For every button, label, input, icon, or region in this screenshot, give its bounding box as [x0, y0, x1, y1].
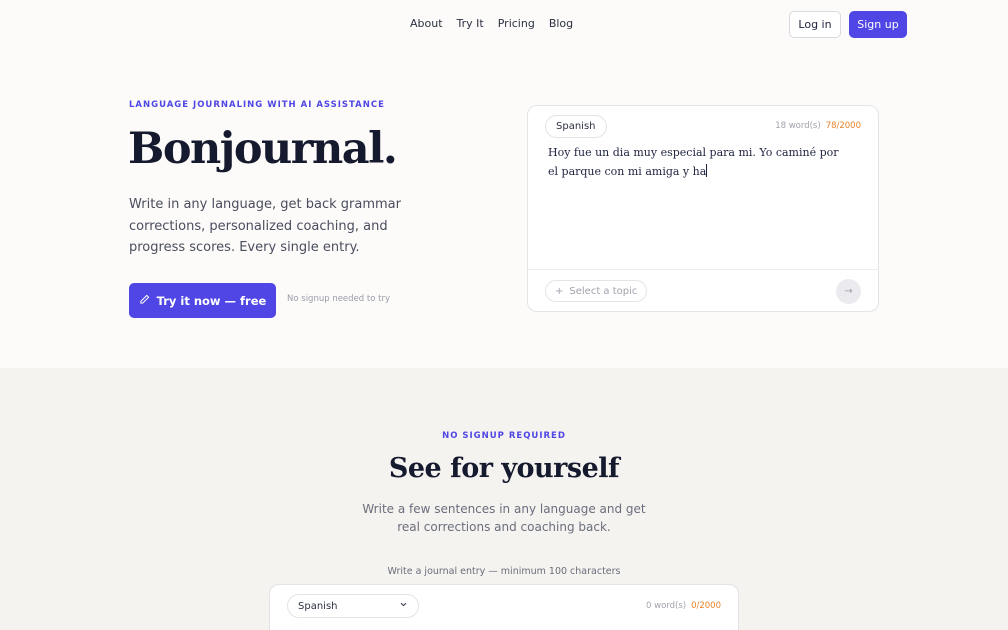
- hero-title: Bonjournal.: [128, 124, 398, 174]
- submit-entry-button[interactable]: →: [836, 279, 861, 304]
- select-topic-label: Select a topic: [569, 285, 638, 297]
- cta-note: No signup needed to try: [287, 294, 390, 304]
- section2-title: See for yourself: [388, 453, 620, 484]
- language-select-value: Spanish: [298, 600, 338, 612]
- plus-icon: +: [555, 285, 564, 297]
- chevron-down-icon: [399, 600, 408, 612]
- journal-entry-textarea[interactable]: Hoy fue un dia muy especial para mi. Yo …: [548, 144, 848, 181]
- pencil-icon: [139, 294, 150, 308]
- demo-word-count: 0 word(s): [646, 601, 687, 611]
- nav-try-it-link[interactable]: Try It: [457, 17, 484, 31]
- try-it-now-label: Try it now — free: [156, 293, 267, 308]
- top-nav: About Try It Pricing Blog: [410, 17, 587, 31]
- nav-pricing-link[interactable]: Pricing: [498, 17, 535, 31]
- journal-entry-text: Hoy fue un dia muy especial para mi. Yo …: [548, 146, 839, 178]
- editor-divider: [528, 269, 878, 270]
- entry-hint: Write a journal entry — minimum 100 char…: [387, 566, 621, 577]
- hero-description: Write in any language, get back grammar …: [129, 197, 401, 255]
- nav-blog-link[interactable]: Blog: [549, 17, 573, 31]
- login-button[interactable]: Log in: [789, 11, 841, 38]
- journal-editor-card: Spanish 18 word(s) 78/2000 Hoy fue un dia…: [527, 105, 879, 312]
- section2-eyebrow: NO SIGNUP REQUIRED: [442, 431, 566, 441]
- demo-entry-counter: 0 word(s) 0/2000: [646, 601, 721, 611]
- char-count: 78/2000: [825, 121, 861, 131]
- select-topic-button[interactable]: + Select a topic: [545, 280, 648, 302]
- signup-button[interactable]: Sign up: [849, 11, 907, 38]
- language-select[interactable]: Spanish: [287, 594, 419, 618]
- language-pill[interactable]: Spanish: [545, 115, 607, 138]
- section2-description: Write a few sentences in any language an…: [362, 502, 646, 534]
- hero-eyebrow: LANGUAGE JOURNALING WITH AI ASSISTANCE: [129, 100, 385, 110]
- try-it-now-button[interactable]: Try it now — free: [129, 283, 276, 318]
- text-caret: [706, 163, 708, 177]
- nav-about-link[interactable]: About: [410, 17, 443, 31]
- entry-counter: 18 word(s) 78/2000: [775, 121, 861, 131]
- demo-editor-card: Spanish 0 word(s) 0/2000: [269, 584, 739, 630]
- arrow-right-icon: →: [844, 286, 853, 297]
- demo-char-count: 0/2000: [691, 601, 721, 611]
- word-count: 18 word(s): [775, 121, 821, 131]
